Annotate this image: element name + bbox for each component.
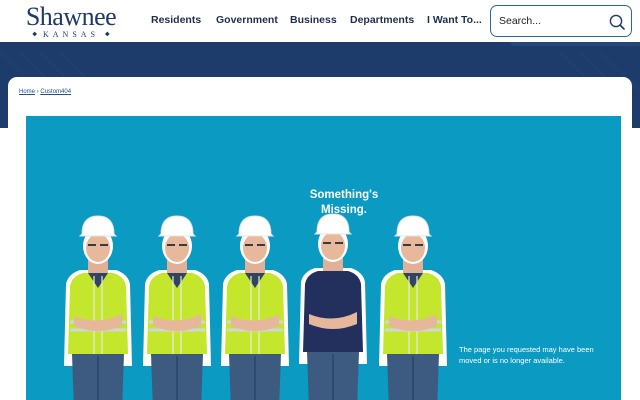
manager-figure: [299, 213, 367, 400]
breadcrumb-current[interactable]: Custom404: [40, 89, 71, 95]
worker-figure: [379, 215, 447, 400]
content-card: Home › Custom404 Something's Missing. Th…: [8, 77, 632, 400]
nav-i-want-to[interactable]: I Want To...: [427, 0, 482, 42]
nav-residents[interactable]: Residents: [151, 0, 201, 42]
search-box: [490, 5, 632, 37]
search-input[interactable]: [499, 13, 603, 29]
logo-dot-icon: ◆: [32, 31, 37, 38]
search-icon[interactable]: [608, 13, 626, 31]
site-header: Shawnee ◆ KANSAS ◆ Residents Government …: [0, 0, 640, 42]
nav-government[interactable]: Government: [216, 0, 278, 42]
site-logo[interactable]: Shawnee ◆ KANSAS ◆: [16, 2, 126, 40]
nav-departments[interactable]: Departments: [350, 0, 414, 42]
worker-figure: [64, 215, 132, 400]
error-headline: Something's Missing.: [309, 189, 379, 216]
nav-business[interactable]: Business: [290, 0, 337, 42]
breadcrumb: Home › Custom404: [19, 89, 71, 95]
breadcrumb-home[interactable]: Home: [19, 89, 35, 95]
logo-wordmark: Shawnee: [25, 2, 117, 31]
logo-state: KANSAS: [42, 30, 99, 39]
error-message: The page you requested may have been mov…: [459, 345, 594, 365]
breadcrumb-separator: ›: [36, 89, 39, 95]
worker-figure: [143, 215, 211, 400]
worker-figure: [221, 215, 289, 400]
error-404-banner: Something's Missing. The page you reques…: [26, 116, 621, 400]
logo-dot-icon: ◆: [105, 31, 110, 38]
logo-state-line: ◆ KANSAS ◆: [16, 30, 126, 40]
